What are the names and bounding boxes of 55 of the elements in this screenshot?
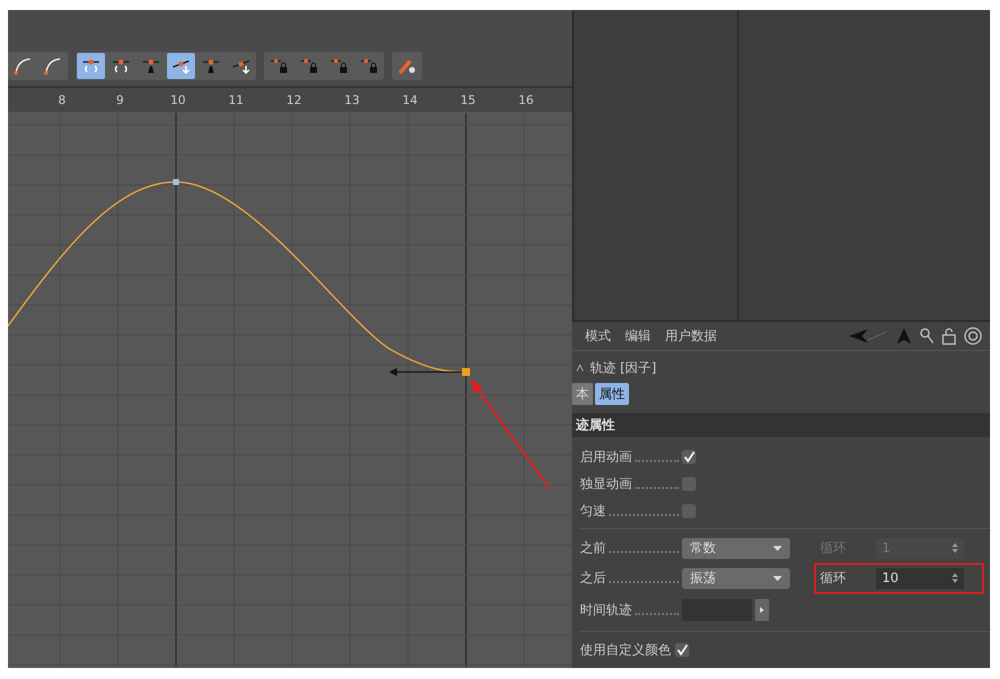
dropdown-arrow-icon	[773, 546, 782, 550]
checkbox[interactable]	[682, 504, 696, 518]
key-ease-icon	[111, 57, 131, 75]
toolbar-button[interactable]	[167, 53, 195, 79]
lock-icon	[359, 57, 379, 75]
checkbox[interactable]	[682, 476, 696, 490]
frame-number: 11	[227, 92, 245, 109]
frame-number: 15	[459, 92, 477, 109]
frame-number: 8	[57, 92, 67, 109]
dropdown[interactable]: 振荡	[682, 568, 790, 588]
field-label: 匀速	[580, 502, 606, 520]
field-label: 独显动画	[580, 476, 632, 492]
field-label: 时间轨迹	[580, 602, 632, 619]
curve-icon	[14, 57, 32, 75]
field-label: 之前	[580, 540, 606, 557]
keyframe-marker	[173, 179, 179, 185]
field-label: 之后	[580, 570, 606, 587]
brush-icon	[397, 57, 417, 75]
object-title: 轨迹 [因子]	[590, 360, 656, 377]
checkbox[interactable]	[682, 450, 696, 464]
key-ease-icon	[81, 57, 101, 75]
expand-button[interactable]	[755, 599, 769, 621]
stepper-icon	[952, 573, 958, 583]
lock-icon	[329, 57, 349, 75]
frame-number: 13	[343, 92, 361, 109]
stepper-icon	[952, 543, 958, 553]
frame-number: 12	[285, 92, 303, 109]
caret-icon	[576, 364, 584, 372]
field-label: 循环	[820, 570, 847, 587]
tab[interactable]: 本	[572, 383, 593, 405]
frame-number: 16	[517, 92, 535, 109]
left-arrow-icon[interactable]	[848, 328, 888, 344]
frame-number: 10	[169, 92, 187, 109]
checkbox[interactable]	[675, 642, 689, 656]
weight-icon	[201, 57, 221, 75]
tab[interactable]: 属性	[595, 383, 629, 405]
keyframe-marker	[462, 368, 470, 376]
curve-icon	[44, 57, 62, 75]
search-icon[interactable]	[920, 328, 934, 344]
triangle-icon	[760, 607, 764, 613]
lock-icon	[299, 57, 319, 75]
dropdown-arrow-icon	[773, 576, 782, 580]
target-icon[interactable]	[964, 327, 982, 345]
section-header: 迹属性	[572, 413, 990, 437]
weight-icon	[141, 57, 161, 75]
lock-icon[interactable]	[942, 327, 956, 345]
menu-item[interactable]: 模式	[585, 327, 611, 345]
frame-number: 14	[401, 92, 419, 109]
menu-item[interactable]: 编辑	[625, 327, 651, 345]
number-field[interactable]: 10	[876, 568, 964, 588]
lock-icon	[269, 57, 289, 75]
menu-item[interactable]: 用户数据	[665, 327, 717, 345]
frame-number: 9	[115, 92, 125, 109]
field-label: 启用动画	[580, 448, 632, 466]
field-label: 使用自定义颜色	[580, 642, 671, 658]
